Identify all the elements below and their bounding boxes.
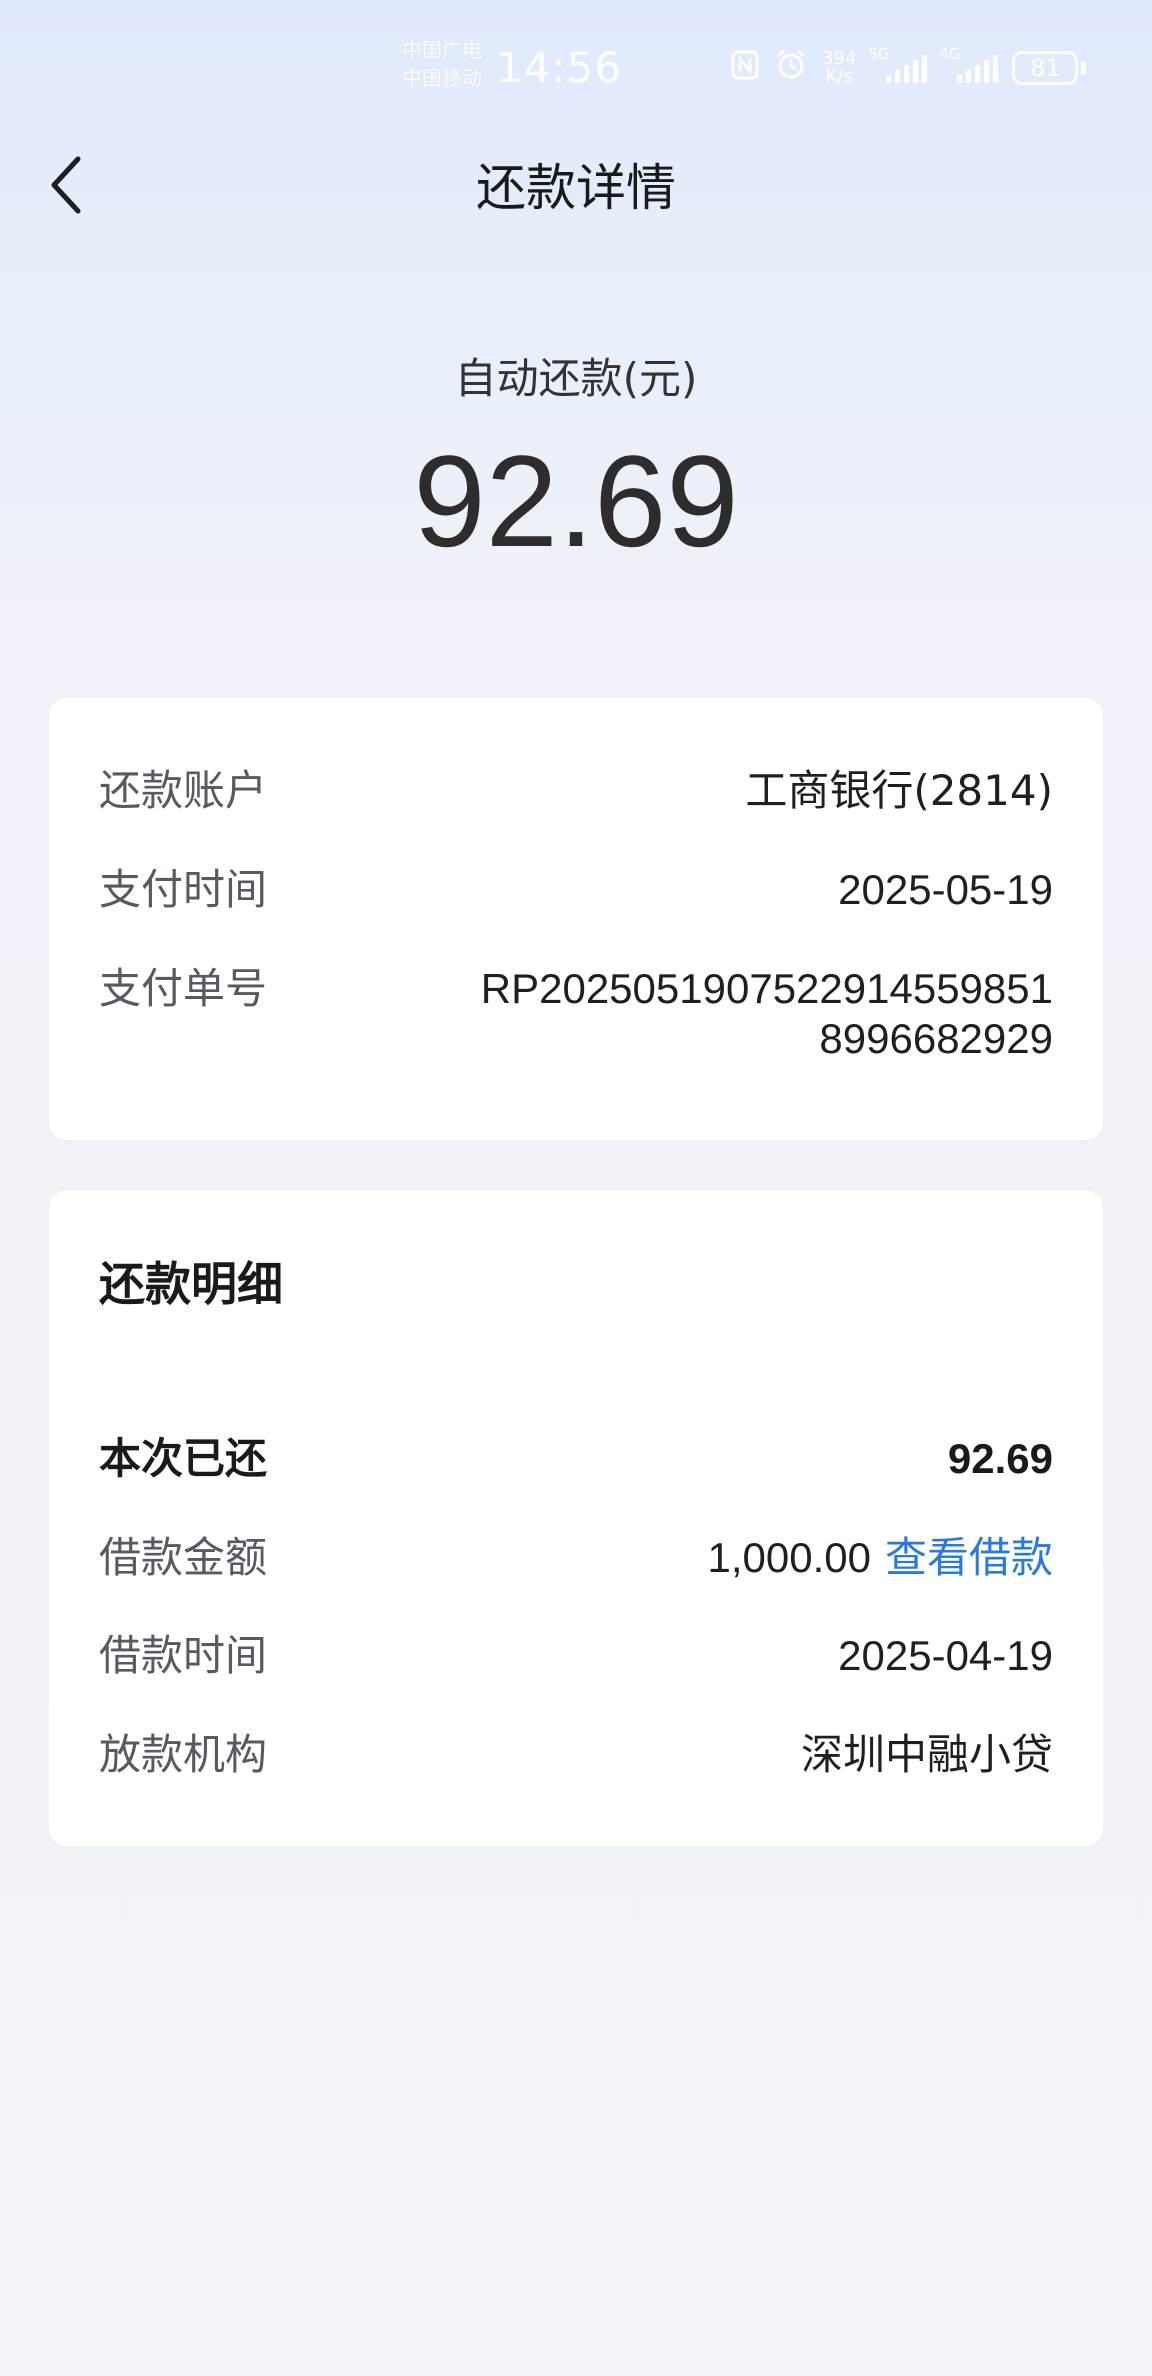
amount-label: 自动还款(元) xyxy=(454,354,698,403)
repaid-row: 本次已还 92.69 xyxy=(99,1434,1053,1484)
section-title: 还款明细 xyxy=(99,1257,283,1311)
account-label: 还款账户 xyxy=(99,766,268,815)
carrier-info: 中国广电 中国移动 xyxy=(402,36,482,92)
order-number-row: 支付单号 RP2025051907522914559851 8996682929 xyxy=(99,964,1053,1064)
status-icons: 394 K/s 5G 4G 81 xyxy=(730,45,1087,90)
order-label: 支付单号 xyxy=(99,964,268,1013)
status-time: 14:56 xyxy=(496,43,623,92)
signal-1-icon: 5G xyxy=(868,45,928,83)
account-row: 还款账户 工商银行(2814) xyxy=(99,766,1053,816)
repaid-label: 本次已还 xyxy=(99,1434,268,1483)
signal-2-tag: 4G xyxy=(939,45,961,63)
loan-time-row: 借款时间 2025-04-19 xyxy=(99,1631,1053,1681)
repaid-value: 92.69 xyxy=(947,1435,1053,1482)
nfc-icon xyxy=(730,49,760,88)
lender-row: 放款机构 深圳中融小贷 xyxy=(99,1730,1053,1780)
carrier-1: 中国广电 xyxy=(402,38,482,62)
loan-time-label: 借款时间 xyxy=(99,1631,268,1680)
signal-2-icon: 4G xyxy=(939,45,999,83)
lender-value: 深圳中融小贷 xyxy=(800,1730,1053,1779)
lender-label: 放款机构 xyxy=(99,1730,268,1779)
loan-time-value: 2025-04-19 xyxy=(838,1632,1053,1679)
loan-amount-row: 借款金额 1,000.00 查看借款 xyxy=(99,1533,1053,1583)
battery-icon: 81 xyxy=(1012,51,1087,85)
loan-amount-label: 借款金额 xyxy=(99,1533,268,1582)
pay-time-label: 支付时间 xyxy=(99,865,268,914)
payment-info-card: 还款账户 工商银行(2814) 支付时间 2025-05-19 支付单号 RP2… xyxy=(49,698,1103,1140)
battery-level: 81 xyxy=(1012,51,1079,85)
net-speed-unit: K/s xyxy=(825,66,853,87)
loan-amount-group: 1,000.00 查看借款 xyxy=(707,1533,1053,1583)
view-loan-link[interactable]: 查看借款 xyxy=(885,1533,1053,1582)
pay-time-row: 支付时间 2025-05-19 xyxy=(99,865,1053,915)
loan-amount-value: 1,000.00 xyxy=(707,1534,871,1581)
pay-time-value: 2025-05-19 xyxy=(838,866,1053,913)
order-number-value: RP2025051907522914559851 8996682929 xyxy=(480,965,1053,1062)
status-bar: 中国广电 中国移动 14:56 394 K/s 5G 4G 81 xyxy=(0,0,1152,136)
signal-1-tag: 5G xyxy=(868,45,890,63)
account-value: 工商银行(2814) xyxy=(745,766,1053,815)
carrier-2: 中国移动 xyxy=(402,66,482,90)
network-speed: 394 K/s xyxy=(822,50,856,86)
amount-value: 92.69 xyxy=(413,428,739,574)
page-title: 还款详情 xyxy=(476,159,676,217)
alarm-icon xyxy=(774,48,808,89)
repayment-detail-card: 还款明细 本次已还 92.69 借款金额 1,000.00 查看借款 借款时间 2… xyxy=(49,1190,1103,1846)
